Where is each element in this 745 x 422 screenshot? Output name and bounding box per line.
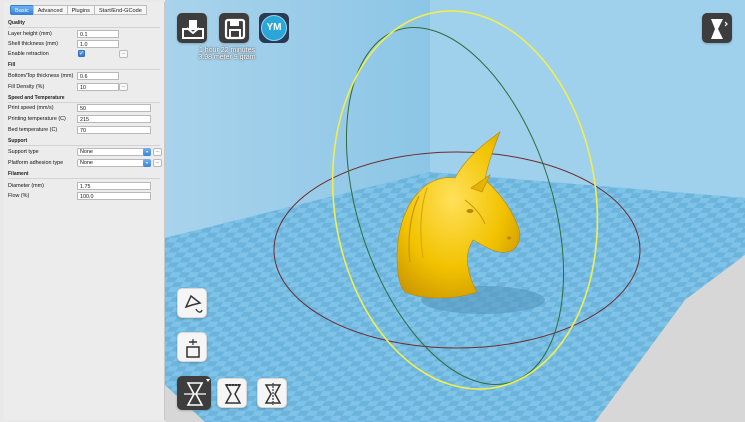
- support-type-value: None: [80, 149, 93, 155]
- section-filament: Filament: [8, 171, 29, 177]
- fill-density-label: Fill Density (%): [8, 84, 45, 90]
- save-icon: [224, 18, 246, 40]
- load-button[interactable]: [177, 13, 207, 43]
- mirror-icon: [184, 379, 210, 406]
- shell-thickness-input[interactable]: 1.0: [77, 40, 119, 48]
- bottom-top-thickness-label: Bottom/Top thickness (mm): [8, 73, 74, 79]
- support-type-select[interactable]: None ▾: [77, 148, 151, 156]
- scale-icon: [186, 339, 200, 358]
- enable-retraction-label: Enable retraction: [8, 51, 49, 57]
- view-mode-button[interactable]: [702, 13, 732, 43]
- scale-button[interactable]: [177, 332, 207, 362]
- print-material: 3.98 meter 9 gram: [198, 54, 256, 61]
- rotate-icon: [184, 294, 203, 313]
- ym-button[interactable]: YM: [259, 13, 289, 43]
- shell-thickness-label: Shell thickness (mm): [8, 41, 59, 47]
- ym-icon: YM: [261, 15, 287, 41]
- platform-adhesion-more-button[interactable]: ...: [153, 159, 162, 167]
- mirror-button[interactable]: [177, 376, 211, 410]
- chevron-down-icon: ▾: [143, 159, 151, 167]
- divider: [8, 27, 160, 28]
- mirror-y-button[interactable]: [257, 378, 287, 408]
- mirror-y-icon: [264, 383, 282, 405]
- section-support: Support: [8, 138, 28, 144]
- tab-plugins[interactable]: Plugins: [66, 5, 95, 15]
- flow-label: Flow (%): [8, 193, 30, 199]
- print-speed-input[interactable]: 50: [77, 104, 151, 112]
- mirror-x-button[interactable]: [217, 378, 247, 408]
- bed-temperature-input[interactable]: 70: [77, 126, 151, 134]
- section-quality: Quality: [8, 20, 25, 26]
- enable-retraction-checkbox[interactable]: ✓: [78, 50, 85, 57]
- bottom-top-thickness-input[interactable]: 0.6: [77, 72, 119, 80]
- settings-panel: Basic Advanced Plugins Start/End-GCode Q…: [4, 2, 165, 420]
- fill-density-input[interactable]: 10: [77, 83, 119, 91]
- divider: [8, 69, 160, 70]
- print-estimate: 1 hour 22 minutes 3.98 meter 9 gram: [187, 47, 267, 61]
- settings-tabs: Basic Advanced Plugins Start/End-GCode: [10, 5, 147, 16]
- chevron-down-icon: ▾: [143, 148, 151, 156]
- printing-temperature-label: Printing temperature (C): [8, 116, 66, 122]
- bed-temperature-label: Bed temperature (C): [8, 127, 58, 133]
- tab-advanced[interactable]: Advanced: [32, 5, 68, 15]
- divider: [8, 178, 160, 179]
- support-type-more-button[interactable]: ...: [153, 148, 162, 156]
- layer-height-input[interactable]: 0.1: [77, 30, 119, 38]
- rotate-button[interactable]: [177, 288, 207, 318]
- printing-temperature-input[interactable]: 215: [77, 115, 151, 123]
- 3d-scene: [165, 0, 745, 422]
- tab-start-end-gcode[interactable]: Start/End-GCode: [93, 5, 147, 15]
- print-speed-label: Print speed (mm/s): [8, 105, 54, 111]
- 3d-viewport[interactable]: YM 1 hour 22 minutes 3.98 meter 9 gram: [165, 0, 745, 422]
- fill-density-more-button[interactable]: ...: [119, 83, 128, 91]
- mirror-x-icon: [224, 384, 242, 404]
- diameter-input[interactable]: 1.75: [77, 182, 151, 190]
- save-button[interactable]: [219, 13, 249, 43]
- retraction-more-button[interactable]: ...: [119, 50, 128, 58]
- platform-adhesion-label: Platform adhesion type: [8, 160, 64, 166]
- diameter-label: Diameter (mm): [8, 183, 44, 189]
- view-mode-icon: [711, 19, 728, 39]
- platform-adhesion-select[interactable]: None ▾: [77, 159, 151, 167]
- flow-input[interactable]: 100.0: [77, 192, 151, 200]
- support-type-label: Support type: [8, 149, 39, 155]
- print-time: 1 hour 22 minutes: [198, 47, 256, 54]
- section-speed-temperature: Speed and Temperature: [8, 95, 65, 101]
- platform-adhesion-value: None: [80, 160, 93, 166]
- divider: [8, 102, 160, 103]
- section-fill: Fill: [8, 62, 16, 68]
- layer-height-label: Layer height (mm): [8, 31, 52, 37]
- tab-basic[interactable]: Basic: [10, 5, 34, 15]
- divider: [8, 145, 160, 146]
- load-icon: [182, 20, 204, 39]
